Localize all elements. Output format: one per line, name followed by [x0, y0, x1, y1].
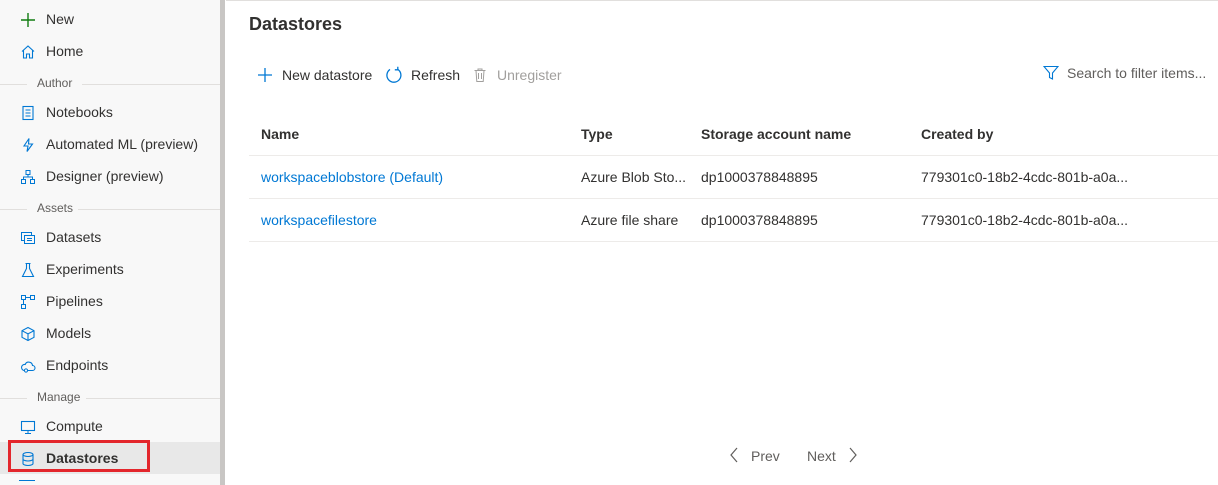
cube-icon	[19, 325, 37, 343]
next-label: Next	[807, 448, 836, 464]
main-content: Datastores New datastore Refresh Unregis…	[226, 0, 1218, 485]
selection-highlight	[8, 440, 150, 472]
sidebar-item-datasets[interactable]: Datasets	[0, 221, 221, 253]
sidebar-item-home[interactable]: Home	[0, 35, 221, 67]
column-header-type[interactable]: Type	[581, 126, 613, 142]
divider	[78, 209, 221, 210]
divider	[0, 209, 27, 210]
filter-icon	[1042, 64, 1060, 82]
datastore-type: Azure file share	[581, 212, 679, 228]
sidebar: New Home Author Notebooks Automated ML (…	[0, 0, 221, 485]
refresh-label: Refresh	[411, 67, 461, 83]
monitor-icon	[19, 418, 37, 436]
sidebar-item-label: Designer (preview)	[46, 168, 164, 184]
divider	[249, 241, 1218, 242]
section-header-assets: Assets	[37, 201, 74, 215]
divider	[82, 84, 221, 85]
sidebar-item-new[interactable]: New	[0, 3, 221, 35]
section-header-manage: Manage	[37, 390, 81, 404]
sidebar-scrollbar[interactable]	[220, 0, 225, 485]
divider	[0, 398, 27, 399]
pipeline-icon	[19, 293, 37, 311]
sidebar-item-label: Notebooks	[46, 104, 113, 120]
storage-account: dp1000378848895	[701, 212, 818, 228]
refresh-icon	[385, 66, 403, 84]
created-by: 779301c0-18b2-4cdc-801b-a0a...	[921, 169, 1129, 185]
section-header-author: Author	[37, 76, 73, 90]
table-row[interactable]: workspaceblobstore (Default) Azure Blob …	[249, 155, 1218, 199]
column-header-created-by[interactable]: Created by	[921, 126, 993, 142]
unregister-button[interactable]: Unregister	[471, 64, 562, 86]
datastore-name-link[interactable]: workspacefilestore	[261, 212, 377, 228]
new-datastore-label: New datastore	[282, 67, 373, 83]
sidebar-item-label: Experiments	[46, 261, 124, 277]
sidebar-item-label: Automated ML (preview)	[46, 136, 198, 152]
search-placeholder: Search to filter items...	[1067, 65, 1207, 81]
unregister-label: Unregister	[497, 67, 562, 83]
table-row[interactable]: workspacefilestore Azure file share dp10…	[249, 198, 1218, 242]
search-filter[interactable]: Search to filter items...	[1042, 62, 1206, 84]
flask-icon	[19, 261, 37, 279]
storage-account: dp1000378848895	[701, 169, 818, 185]
sidebar-item-label: Models	[46, 325, 92, 341]
trash-icon	[471, 66, 489, 84]
page-title: Datastores	[249, 14, 343, 34]
sidebar-item-label: Home	[46, 43, 84, 59]
sidebar-item-label: New	[46, 11, 75, 27]
automl-icon	[19, 136, 37, 154]
home-icon	[19, 43, 37, 61]
plus-icon	[256, 66, 274, 84]
sidebar-item-designer[interactable]: Designer (preview)	[0, 160, 221, 192]
sidebar-item-models[interactable]: Models	[0, 317, 221, 349]
sidebar-item-automated-ml[interactable]: Automated ML (preview)	[0, 128, 221, 160]
plus-icon	[19, 11, 37, 29]
datasets-icon	[19, 229, 37, 247]
datastore-type: Azure Blob Sto...	[581, 169, 687, 185]
prev-label: Prev	[751, 448, 780, 464]
notebook-icon	[19, 104, 37, 122]
cloud-endpoint-icon	[19, 357, 37, 375]
divider	[226, 0, 1218, 1]
sidebar-item-label: Pipelines	[46, 293, 103, 309]
refresh-button[interactable]: Refresh	[385, 64, 460, 86]
sidebar-item-experiments[interactable]: Experiments	[0, 253, 221, 285]
divider	[0, 84, 27, 85]
column-header-storage-account[interactable]: Storage account name	[701, 126, 851, 142]
next-page-button[interactable]: Next	[807, 447, 858, 465]
sidebar-item-compute[interactable]: Compute	[0, 410, 221, 442]
sidebar-item-label: Compute	[46, 418, 103, 434]
designer-icon	[19, 168, 37, 186]
column-header-name[interactable]: Name	[261, 126, 299, 142]
created-by: 779301c0-18b2-4cdc-801b-a0a...	[921, 212, 1129, 228]
sidebar-item-label: Datasets	[46, 229, 102, 245]
sidebar-item-notebooks[interactable]: Notebooks	[0, 96, 221, 128]
labeling-icon	[19, 480, 35, 485]
chevron-right-icon	[848, 447, 858, 466]
sidebar-item-label: Endpoints	[46, 357, 109, 373]
prev-page-button[interactable]: Prev	[729, 447, 780, 465]
datastore-name-link[interactable]: workspaceblobstore (Default)	[261, 169, 443, 185]
sidebar-item-pipelines[interactable]: Pipelines	[0, 285, 221, 317]
chevron-left-icon	[729, 447, 739, 466]
divider	[86, 398, 221, 399]
new-datastore-button[interactable]: New datastore	[256, 64, 372, 86]
sidebar-item-endpoints[interactable]: Endpoints	[0, 349, 221, 381]
